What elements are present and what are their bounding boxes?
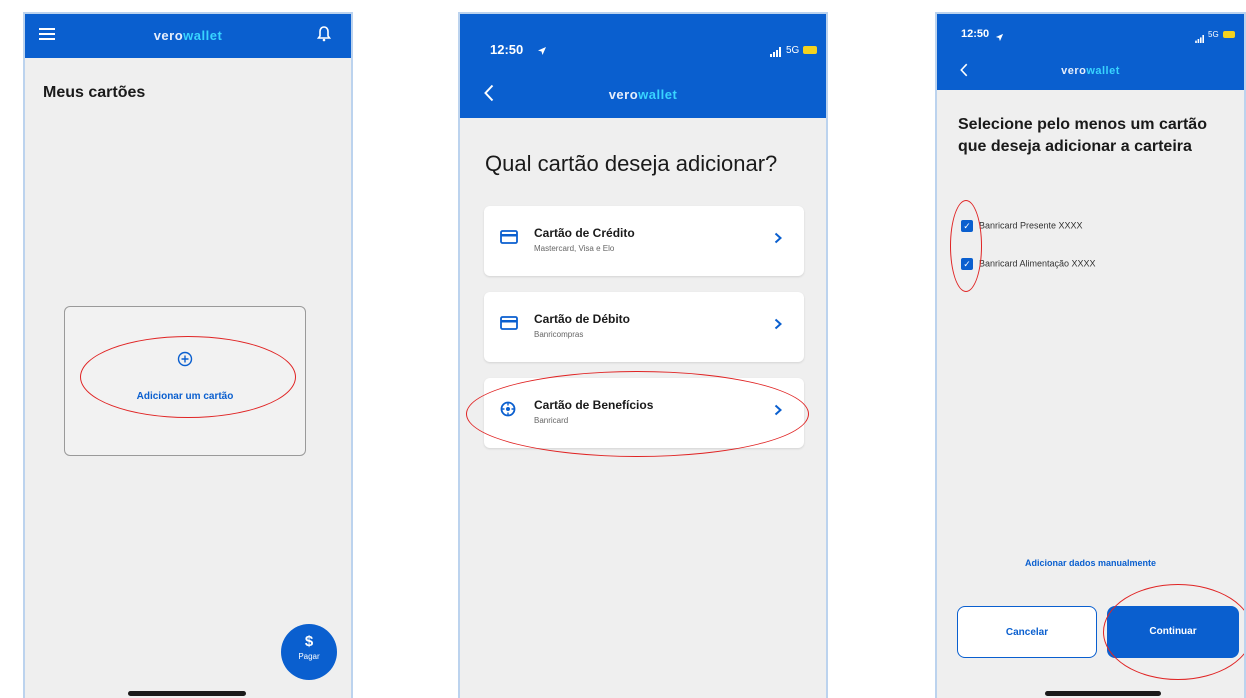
- page-title: Meus cartões: [43, 84, 146, 101]
- screen-select-cards: 12:50 5G verowallet Selecione pelo menos…: [935, 12, 1246, 698]
- logo-part-2: wallet: [638, 87, 678, 102]
- app-logo: verowallet: [937, 65, 1244, 77]
- screen-choose-card-type: 12:50 5G verowallet Qual cartão deseja a…: [458, 12, 828, 698]
- option-debit-card[interactable]: Cartão de Débito Banricompras: [484, 292, 804, 362]
- screen-my-cards: verowallet Meus cartões Adicionar um car…: [23, 12, 353, 698]
- app-bar: 12:50 5G verowallet: [937, 14, 1244, 90]
- manual-entry-link[interactable]: Adicionar dados manualmente: [937, 558, 1244, 568]
- logo-part-2: wallet: [1086, 65, 1120, 77]
- highlight-circle: [466, 371, 809, 457]
- page-heading: Selecione pelo menos um cartão que desej…: [958, 116, 1207, 155]
- battery-icon: [803, 46, 817, 54]
- status-time: 12:50: [961, 28, 990, 40]
- signal-bars-icon: [770, 44, 782, 62]
- highlight-circle: [80, 336, 296, 418]
- option-subtitle: Banricompras: [534, 330, 584, 339]
- chevron-right-icon: [774, 317, 782, 333]
- option-title: Cartão de Débito: [534, 312, 631, 326]
- chevron-right-icon: [774, 231, 782, 247]
- debit-card-icon: [500, 316, 518, 330]
- page-question: Qual cartão deseja adicionar?: [485, 151, 778, 176]
- highlight-circle: [950, 200, 982, 292]
- location-arrow-icon: [995, 29, 1004, 47]
- logo-part-1: vero: [153, 28, 184, 43]
- highlight-circle: [1103, 584, 1244, 680]
- app-logo: verowallet: [25, 28, 351, 43]
- app-logo: verowallet: [460, 87, 826, 102]
- card-label: Banricard Presente XXXX: [979, 220, 1083, 231]
- network-label: 5G: [1208, 30, 1219, 39]
- tutorial-screens: verowallet Meus cartões Adicionar um car…: [0, 0, 1246, 698]
- cancel-button[interactable]: Cancelar: [957, 606, 1097, 658]
- home-indicator: [1045, 691, 1161, 696]
- pay-label: Pagar: [298, 652, 320, 661]
- logo-part-1: vero: [1061, 65, 1087, 77]
- credit-card-icon: [500, 230, 518, 244]
- battery-icon: [1223, 31, 1235, 38]
- app-bar: verowallet: [25, 14, 351, 58]
- card-label: Banricard Alimentação XXXX: [979, 258, 1096, 269]
- pay-button[interactable]: $ Pagar: [281, 624, 337, 680]
- option-title: Cartão de Crédito: [534, 226, 635, 240]
- option-credit-card[interactable]: Cartão de Crédito Mastercard, Visa e Elo: [484, 206, 804, 276]
- option-subtitle: Mastercard, Visa e Elo: [534, 244, 615, 253]
- home-indicator: [128, 691, 246, 696]
- app-bar: 12:50 5G verowallet: [460, 14, 826, 118]
- logo-part-1: vero: [608, 87, 639, 102]
- notification-bell-icon[interactable]: [316, 26, 332, 47]
- dollar-icon: $: [304, 633, 314, 650]
- signal-bars-icon: [1195, 30, 1205, 48]
- network-label: 5G: [786, 45, 800, 56]
- location-arrow-icon: [537, 43, 547, 61]
- logo-part-2: wallet: [183, 28, 223, 43]
- status-time: 12:50: [490, 42, 524, 57]
